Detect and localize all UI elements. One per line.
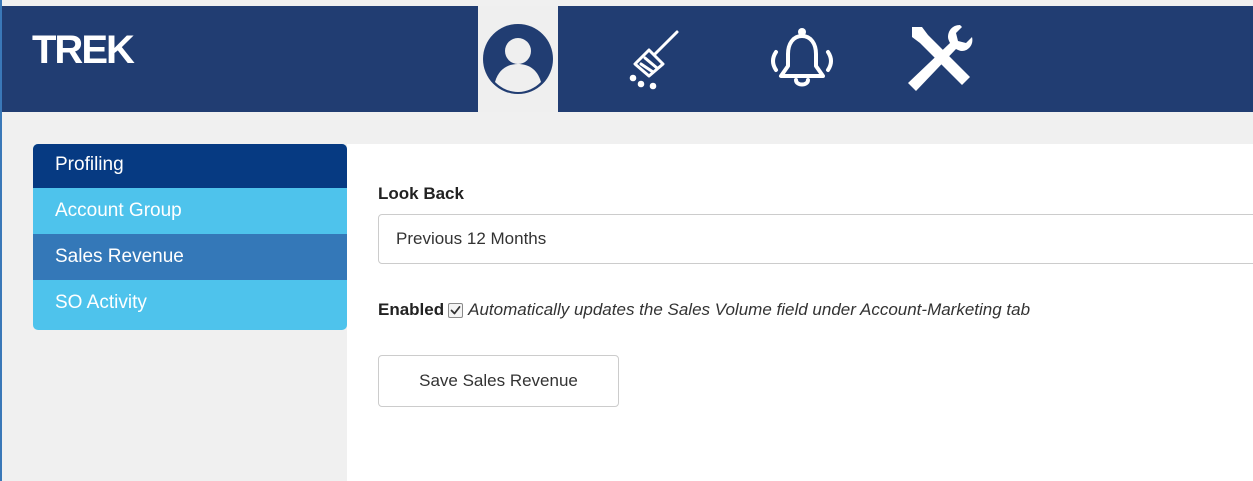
lookback-select[interactable]: Previous 12 Months xyxy=(378,214,1253,264)
enabled-row: Enabled Automatically updates the Sales … xyxy=(378,299,1030,321)
sidebar-item-account-group[interactable]: Account Group xyxy=(33,188,347,234)
app-logo[interactable]: TREK xyxy=(32,28,135,72)
tab-cleanup[interactable] xyxy=(614,6,694,112)
tab-notifications[interactable] xyxy=(762,6,842,112)
bell-icon xyxy=(771,28,833,87)
user-icon xyxy=(483,24,553,94)
window-edge xyxy=(0,0,2,481)
enabled-checkbox[interactable] xyxy=(448,302,464,318)
enabled-label: Enabled xyxy=(378,300,445,319)
checkmark-icon xyxy=(450,305,461,314)
tab-profile[interactable] xyxy=(478,6,558,112)
sidebar-item-so-activity[interactable]: SO Activity xyxy=(33,280,347,330)
tab-settings[interactable] xyxy=(898,6,978,112)
tools-icon xyxy=(908,25,973,91)
sidebar-nav: Profiling Account Group Sales Revenue SO… xyxy=(33,144,347,330)
main-panel: Look Back Previous 12 Months Enabled Aut… xyxy=(347,144,1253,481)
enabled-description: Automatically updates the Sales Volume f… xyxy=(468,300,1031,319)
lookback-selected-value: Previous 12 Months xyxy=(396,229,547,248)
sidebar-item-profiling[interactable]: Profiling xyxy=(33,144,347,188)
logo-text: TREK xyxy=(32,28,135,72)
sidebar-item-sales-revenue[interactable]: Sales Revenue xyxy=(33,234,347,280)
lookback-label: Look Back xyxy=(378,184,464,203)
broom-icon xyxy=(629,30,679,90)
save-sales-revenue-button[interactable]: Save Sales Revenue xyxy=(378,355,619,407)
